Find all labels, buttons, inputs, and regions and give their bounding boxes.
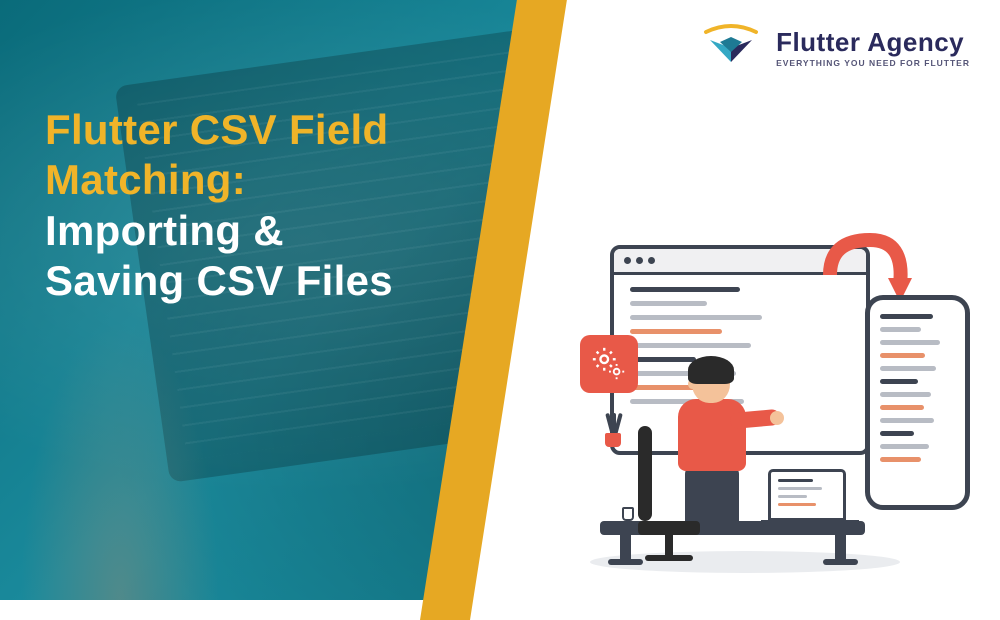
brand-name: Flutter Agency xyxy=(776,27,970,58)
code-line xyxy=(778,495,807,498)
person-hand xyxy=(770,411,784,425)
code-line xyxy=(880,379,918,384)
banner-container: Flutter CSV Field Matching: Importing & … xyxy=(0,0,1000,600)
person-illustration xyxy=(650,361,770,521)
desk-foot xyxy=(823,559,858,565)
title-line-1: Flutter CSV Field xyxy=(45,105,393,155)
gear-icon xyxy=(590,345,628,383)
code-line xyxy=(630,329,722,334)
laptop-illustration xyxy=(768,469,846,521)
code-line xyxy=(880,457,921,462)
person-hair xyxy=(688,356,734,384)
window-dot-icon xyxy=(648,257,655,264)
chair-base xyxy=(645,555,693,561)
flutter-agency-logo-icon xyxy=(700,22,762,72)
person-legs xyxy=(685,466,739,521)
code-line xyxy=(630,343,751,348)
code-line xyxy=(880,444,929,449)
code-line xyxy=(880,392,931,397)
brand-tagline: EVERYTHING YOU NEED FOR FLUTTER xyxy=(776,58,970,68)
code-line xyxy=(880,431,914,436)
title-line-2: Matching: xyxy=(45,155,393,205)
code-line xyxy=(880,366,936,371)
desk-foot xyxy=(608,559,643,565)
background-hand-illustration xyxy=(20,320,220,600)
coffee-cup-illustration xyxy=(622,507,634,521)
window-dot-icon xyxy=(624,257,631,264)
code-line xyxy=(630,287,740,292)
code-line xyxy=(880,314,933,319)
brand-logo: Flutter Agency EVERYTHING YOU NEED FOR F… xyxy=(700,22,970,72)
code-line xyxy=(880,418,934,423)
title-line-3: Importing & xyxy=(45,206,393,256)
code-line xyxy=(880,340,940,345)
code-line xyxy=(880,405,924,410)
plant-illustration xyxy=(604,415,622,447)
code-line xyxy=(630,315,762,320)
person-body xyxy=(678,399,746,471)
code-line xyxy=(630,301,707,306)
title-line-4: Saving CSV Files xyxy=(45,256,393,306)
gear-badge xyxy=(580,335,638,393)
laptop-screen-lines xyxy=(771,472,843,518)
code-line xyxy=(880,353,925,358)
code-line xyxy=(778,503,816,506)
code-line xyxy=(880,327,921,332)
code-line xyxy=(778,487,822,490)
chair-pole xyxy=(665,532,673,557)
phone-illustration xyxy=(865,295,970,510)
title-block: Flutter CSV Field Matching: Importing & … xyxy=(45,105,393,307)
developer-illustration xyxy=(530,205,970,565)
brand-text-block: Flutter Agency EVERYTHING YOU NEED FOR F… xyxy=(776,27,970,68)
code-line xyxy=(778,479,813,482)
window-dot-icon xyxy=(636,257,643,264)
plant-pot xyxy=(605,433,621,447)
